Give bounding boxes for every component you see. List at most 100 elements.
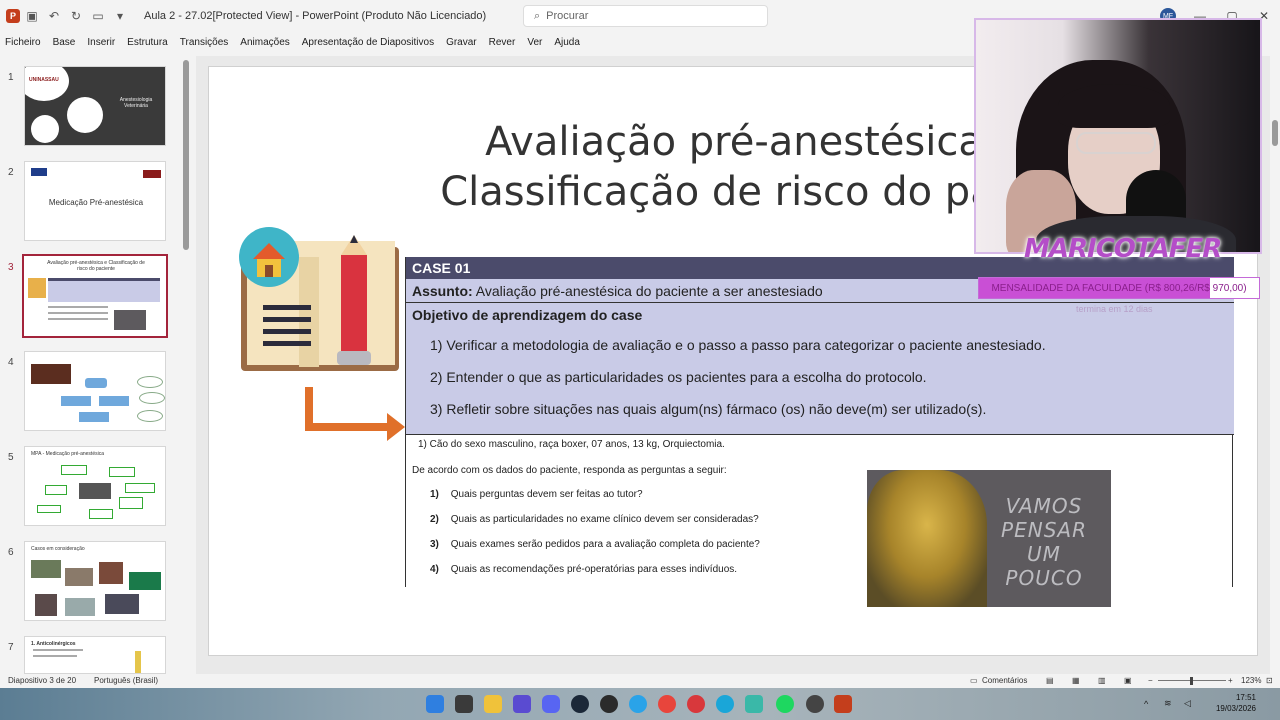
redo-icon[interactable]: ↻ xyxy=(66,6,86,26)
diagram-node xyxy=(61,465,87,475)
discord-icon[interactable] xyxy=(542,695,560,713)
tab-estrutura[interactable]: Estrutura xyxy=(127,37,168,48)
comments-button[interactable]: Comentários xyxy=(982,676,1027,685)
app-icon[interactable] xyxy=(745,695,763,713)
start-slideshow-icon[interactable]: ▭ xyxy=(88,6,108,26)
tab-ficheiro[interactable]: Ficheiro xyxy=(5,37,41,48)
tray-chevron-icon[interactable]: ^ xyxy=(1144,699,1154,709)
slide-thumbnail-2[interactable]: Medicação Pré-anestésica xyxy=(24,161,166,241)
slide-thumbnail-6[interactable]: Casos em consideração xyxy=(24,541,166,621)
wifi-icon[interactable]: ≋ xyxy=(1164,698,1176,710)
text-line xyxy=(48,312,108,314)
powerpoint-taskbar-icon[interactable] xyxy=(834,695,852,713)
uninassau-logo xyxy=(143,170,161,178)
search-box[interactable]: ⌕ Procurar xyxy=(523,5,768,27)
fit-to-window-icon[interactable]: ⊡ xyxy=(1266,676,1273,685)
spotify-icon[interactable] xyxy=(776,695,794,713)
windows-start-icon[interactable] xyxy=(426,695,444,713)
objective-item: 2) Entender o que as particularidades os… xyxy=(430,369,927,385)
zoom-level[interactable]: 123% xyxy=(1241,676,1261,685)
diagram-node xyxy=(99,396,129,406)
customize-toolbar-icon[interactable]: ▾ xyxy=(110,6,130,26)
app-grid-icon[interactable] xyxy=(513,695,531,713)
save-icon[interactable]: ▣ xyxy=(22,6,42,26)
diagram-node xyxy=(45,485,67,495)
slide-thumbnail-7[interactable]: 1. Anticolinérgicos xyxy=(24,636,166,674)
thumbnail-row-3: 3 Avaliação pré-anestésica e Classificaç… xyxy=(0,254,180,340)
windows-taskbar: ^ ≋ ◁ 17:51 19/03/2026 xyxy=(0,688,1280,720)
question-item: 4) Quais as recomendações pré-operatória… xyxy=(430,564,737,575)
slide-sorter-icon[interactable]: ▦ xyxy=(1072,676,1080,685)
slide-thumbnail-1[interactable]: UNINASSAU Anestesiologia Veterinária xyxy=(24,66,166,146)
objective-item: 1) Verificar a metodologia de avaliação … xyxy=(430,337,1046,353)
thumbnail-scrollbar[interactable] xyxy=(182,60,190,672)
webcam-person-bangs xyxy=(1058,84,1170,128)
thumbnail-row-1: 1 UNINASSAU Anestesiologia Veterinária xyxy=(0,66,180,150)
thinker-thumbnail xyxy=(114,310,146,330)
tab-apresentacao[interactable]: Apresentação de Diapositivos xyxy=(302,37,434,48)
clock-time: 17:51 xyxy=(1235,693,1256,702)
zoom-slider-handle[interactable] xyxy=(1190,677,1193,685)
system-clock[interactable]: 17:51 19/03/2026 xyxy=(1216,692,1256,714)
stream-brand-logo: MARICOTAFER xyxy=(1024,234,1222,264)
diagram-node xyxy=(109,467,135,477)
scrollbar-thumb[interactable] xyxy=(183,60,189,250)
thumbnail-caption: MPA - Medicação pré-anestésica xyxy=(31,451,104,457)
question-number: 2) xyxy=(430,514,439,525)
tab-gravar[interactable]: Gravar xyxy=(446,37,477,48)
slide-scrollbar[interactable] xyxy=(1270,56,1280,674)
diagram-ellipse xyxy=(139,392,165,404)
photo-thumbnail xyxy=(99,562,123,584)
scrollbar-thumb[interactable] xyxy=(1272,120,1278,146)
objectives-list: 1) Verificar a metodologia de avaliação … xyxy=(406,327,1234,435)
objective-item: 3) Refletir sobre situações nas quais al… xyxy=(430,401,987,417)
task-view-icon[interactable] xyxy=(455,695,473,713)
tab-animacoes[interactable]: Animações xyxy=(240,37,289,48)
reading-view-icon[interactable]: ▥ xyxy=(1098,676,1106,685)
tab-inserir[interactable]: Inserir xyxy=(87,37,115,48)
language-indicator[interactable]: Português (Brasil) xyxy=(94,676,158,685)
text-line xyxy=(33,649,83,651)
app-icon[interactable] xyxy=(629,695,647,713)
thinker-image[interactable]: VAMOS PENSAR UM POUCO xyxy=(867,470,1111,607)
question-text: Quais as particularidades no exame clíni… xyxy=(450,514,759,525)
undo-icon[interactable]: ↶ xyxy=(44,6,64,26)
normal-view-icon[interactable]: ▤ xyxy=(1046,676,1054,685)
subject-text: Avaliação pré-anestésica do paciente a s… xyxy=(475,283,823,299)
logo-badge xyxy=(25,67,69,101)
opera-icon[interactable] xyxy=(687,695,705,713)
comments-icon[interactable]: ▭ xyxy=(970,676,978,685)
obs-icon[interactable] xyxy=(600,695,618,713)
slide-thumbnail-5[interactable]: MPA - Medicação pré-anestésica xyxy=(24,446,166,526)
tuition-goal-text: MENSALIDADE DA FACULDADE (R$ 800,26/R$ 9… xyxy=(991,283,1247,294)
search-icon: ⌕ xyxy=(534,9,541,22)
webcam-overlay xyxy=(974,18,1262,254)
edge-icon[interactable] xyxy=(716,695,734,713)
tab-rever[interactable]: Rever xyxy=(489,37,516,48)
powerpoint-window: P ▣ ↶ ↻ ▭ ▾ Aula 2 - 27.02[Protected Vie… xyxy=(0,0,1280,720)
zoom-in-icon[interactable]: + xyxy=(1228,676,1233,685)
thumbnail-number: 6 xyxy=(8,547,14,558)
text-line xyxy=(33,655,77,657)
thumbnail-number: 7 xyxy=(8,642,14,653)
volume-icon[interactable]: ◁ xyxy=(1184,698,1196,710)
file-explorer-icon[interactable] xyxy=(484,695,502,713)
tab-ajuda[interactable]: Ajuda xyxy=(554,37,580,48)
slide-thumbnail-4[interactable] xyxy=(24,351,166,431)
tab-transicoes[interactable]: Transições xyxy=(180,37,229,48)
slide-thumbnail-3[interactable]: Avaliação pré-anestésica e Classificação… xyxy=(22,254,168,338)
tab-ver[interactable]: Ver xyxy=(527,37,542,48)
emblem-illustration xyxy=(31,115,59,143)
slideshow-icon[interactable]: ▣ xyxy=(1124,676,1132,685)
thinker-statue xyxy=(867,470,987,607)
diagram-node xyxy=(125,483,155,493)
steam-icon[interactable] xyxy=(571,695,589,713)
zoom-out-icon[interactable]: − xyxy=(1148,676,1153,685)
photo-thumbnail xyxy=(31,364,71,384)
tab-base[interactable]: Base xyxy=(53,37,76,48)
book-pencil-illustration xyxy=(239,227,405,441)
chrome-icon[interactable] xyxy=(658,695,676,713)
thumbnail-caption: Anestesiologia Veterinária xyxy=(119,97,153,109)
app-icon[interactable] xyxy=(806,695,824,713)
powerpoint-logo-icon: P xyxy=(6,9,20,23)
